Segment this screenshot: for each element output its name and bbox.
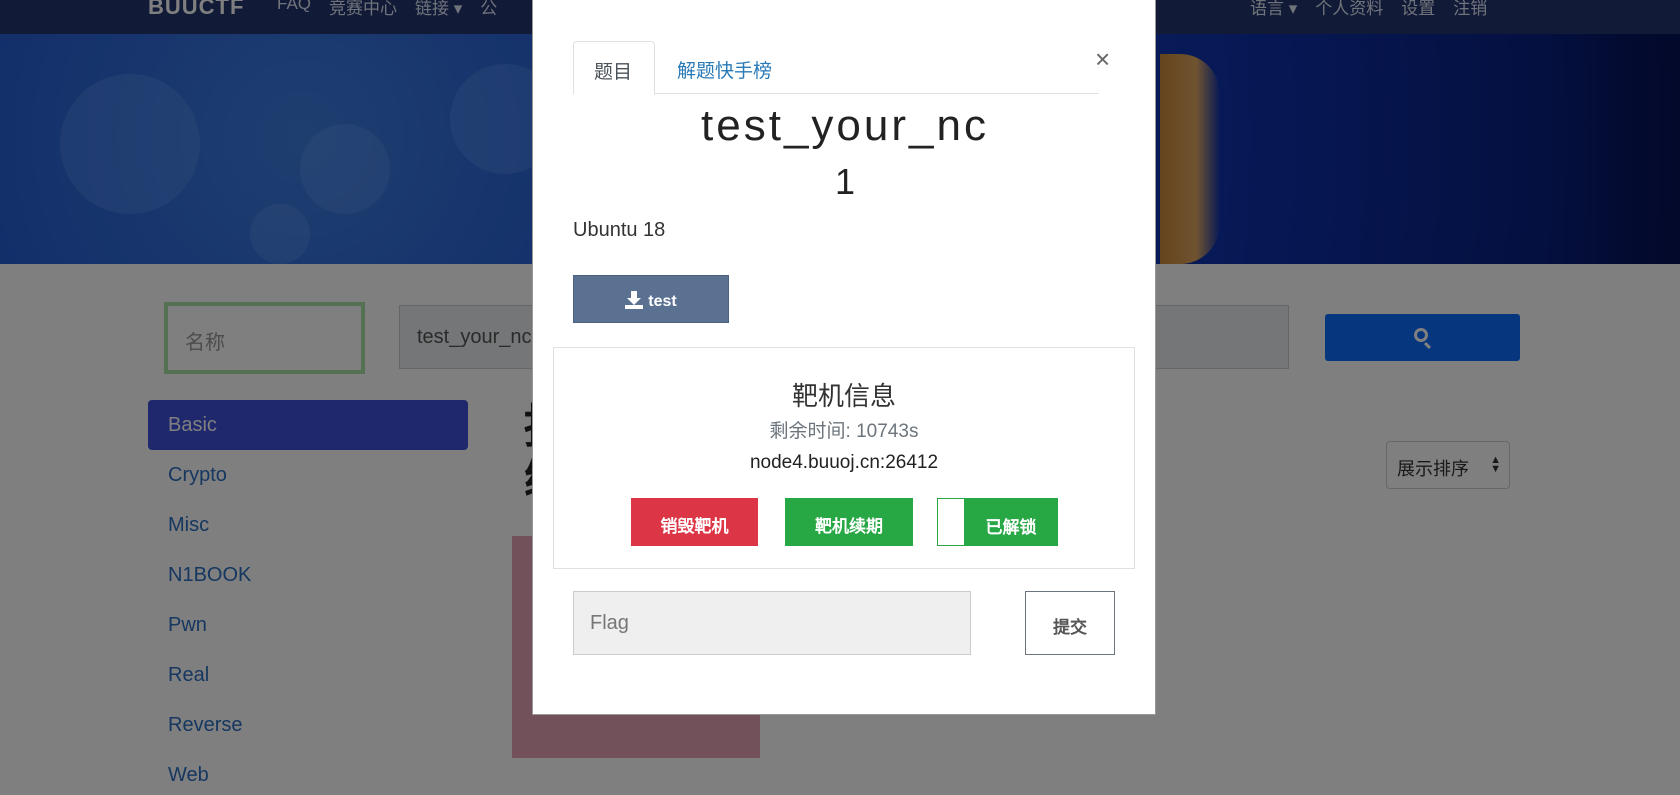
tab-solves[interactable]: 解题快手榜 — [657, 41, 792, 95]
challenge-description: Ubuntu 18 — [573, 219, 666, 241]
instance-host: node4.buuoj.cn:26412 — [749, 452, 939, 473]
modal-tabs: 题目 解题快手榜 — [573, 41, 1099, 95]
instance-time-left: 剩余时间: 10743s — [769, 421, 919, 442]
close-icon[interactable]: × — [1095, 46, 1110, 72]
renew-instance-button[interactable]: 靶机续期 — [785, 498, 913, 546]
file-button-label: test — [648, 293, 677, 310]
download-icon — [625, 291, 644, 309]
instance-title: 靶机信息 — [791, 381, 896, 411]
challenge-modal: 题目 解题快手榜 × test_your_nc 1 Ubuntu 18 test… — [532, 0, 1156, 715]
download-file-button[interactable]: test — [573, 275, 729, 323]
unlock-label: 已解锁 — [985, 518, 1037, 537]
toggle-knob — [938, 499, 964, 545]
instance-panel: 靶机信息 剩余时间: 10743s node4.buuoj.cn:26412 销… — [553, 347, 1135, 569]
challenge-name: test_your_nc — [701, 101, 989, 150]
challenge-value: 1 — [834, 161, 856, 202]
flag-input[interactable]: Flag — [573, 591, 971, 655]
tab-challenge[interactable]: 题目 — [573, 41, 655, 95]
submit-button[interactable]: 提交 — [1025, 591, 1115, 655]
destroy-instance-button[interactable]: 销毁靶机 — [631, 498, 758, 546]
unlock-toggle[interactable]: 已解锁 — [937, 498, 1058, 546]
